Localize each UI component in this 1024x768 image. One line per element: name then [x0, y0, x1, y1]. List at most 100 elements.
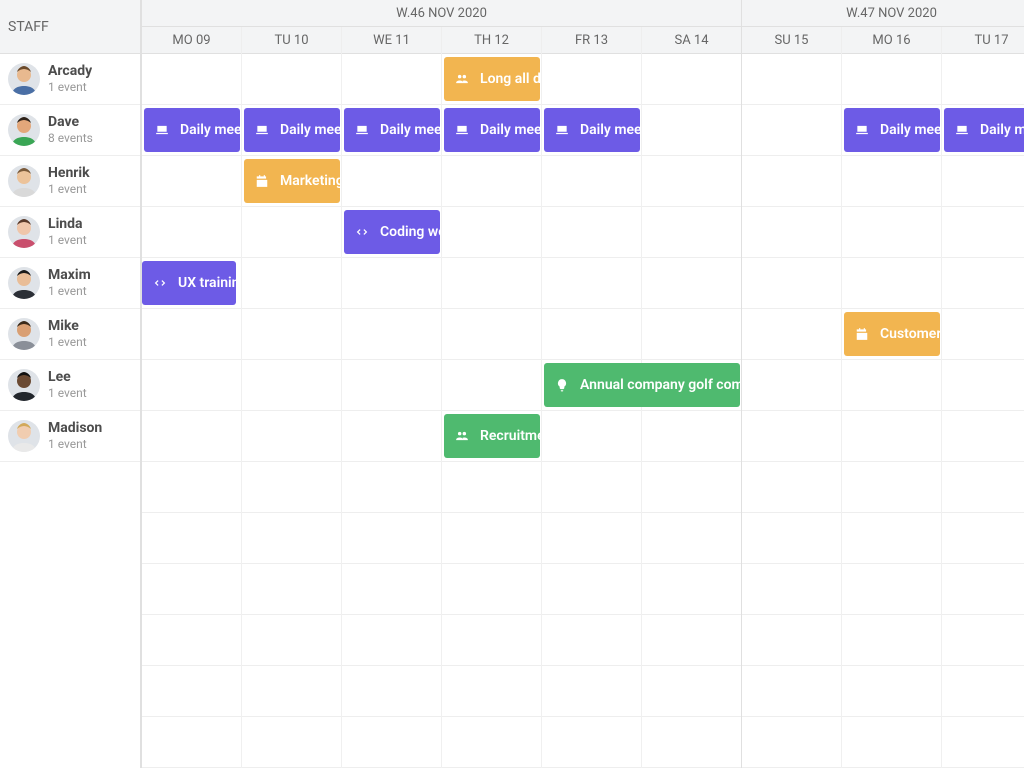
- timeline-cell[interactable]: [342, 411, 442, 462]
- timeline-cell[interactable]: [442, 258, 542, 309]
- grid-body[interactable]: Long all day eventDaily meetingDaily mee…: [141, 54, 1024, 768]
- timeline-cell[interactable]: [142, 207, 242, 258]
- timeline-cell[interactable]: [142, 309, 242, 360]
- day-header-cell[interactable]: SU 15: [742, 27, 842, 54]
- timeline-cell[interactable]: [342, 666, 442, 717]
- timeline-cell[interactable]: [342, 309, 442, 360]
- timeline-cell[interactable]: [942, 360, 1024, 411]
- timeline-cell[interactable]: [342, 54, 442, 105]
- event[interactable]: Customer: [844, 312, 940, 356]
- staff-row[interactable]: Lee 1 event: [0, 360, 140, 411]
- timeline-cell[interactable]: [942, 309, 1024, 360]
- timeline-cell[interactable]: [742, 564, 842, 615]
- event[interactable]: Daily meeting: [244, 108, 340, 152]
- timeline-cell[interactable]: [242, 615, 342, 666]
- timeline-cell[interactable]: [542, 207, 642, 258]
- timeline-cell[interactable]: [742, 666, 842, 717]
- timeline-cell[interactable]: [942, 666, 1024, 717]
- staff-row[interactable]: Madison 1 event: [0, 411, 140, 462]
- timeline-cell[interactable]: [642, 564, 742, 615]
- event[interactable]: Long all day event: [444, 57, 540, 101]
- timeline-cell[interactable]: [842, 258, 942, 309]
- timeline-cell[interactable]: [542, 411, 642, 462]
- timeline-cell[interactable]: [742, 411, 842, 462]
- timeline-cell[interactable]: [242, 360, 342, 411]
- event[interactable]: UX training: [142, 261, 236, 305]
- event[interactable]: Daily meeting: [544, 108, 640, 152]
- timeline-cell[interactable]: [842, 462, 942, 513]
- day-header-cell[interactable]: FR 13: [542, 27, 642, 54]
- week-header-cell[interactable]: W.46 NOV 2020: [142, 0, 742, 27]
- timeline-cell[interactable]: [642, 309, 742, 360]
- timeline-cell[interactable]: [742, 360, 842, 411]
- timeline-cell[interactable]: [242, 258, 342, 309]
- timeline-cell[interactable]: [642, 462, 742, 513]
- timeline-cell[interactable]: [242, 666, 342, 717]
- timeline-cell[interactable]: [742, 54, 842, 105]
- timeline-cell[interactable]: [442, 513, 542, 564]
- timeline-cell[interactable]: [342, 462, 442, 513]
- timeline-cell[interactable]: [642, 258, 742, 309]
- timeline-cell[interactable]: [742, 717, 842, 768]
- timeline-cell[interactable]: [842, 564, 942, 615]
- day-header-cell[interactable]: TU 17: [942, 27, 1024, 54]
- timeline-cell[interactable]: [742, 156, 842, 207]
- event[interactable]: Daily meeting: [444, 108, 540, 152]
- timeline-cell[interactable]: [942, 564, 1024, 615]
- timeline-cell[interactable]: [342, 717, 442, 768]
- timeline-cell[interactable]: [942, 156, 1024, 207]
- timeline-cell[interactable]: [942, 615, 1024, 666]
- timeline-cell[interactable]: [742, 258, 842, 309]
- timeline-cell[interactable]: [942, 54, 1024, 105]
- timeline-cell[interactable]: [642, 717, 742, 768]
- event[interactable]: Daily meeting: [144, 108, 240, 152]
- timeline-cell[interactable]: [542, 309, 642, 360]
- timeline-cell[interactable]: [342, 360, 442, 411]
- timeline-cell[interactable]: [942, 513, 1024, 564]
- timeline-cell[interactable]: [542, 513, 642, 564]
- timeline-cell[interactable]: [142, 462, 242, 513]
- timeline-cell[interactable]: [942, 207, 1024, 258]
- day-header-cell[interactable]: MO 09: [142, 27, 242, 54]
- timeline-cell[interactable]: [642, 207, 742, 258]
- timeline-cell[interactable]: [542, 462, 642, 513]
- timeline-cell[interactable]: [842, 54, 942, 105]
- staff-row[interactable]: Maxim 1 event: [0, 258, 140, 309]
- timeline-cell[interactable]: [642, 156, 742, 207]
- timeline-cell[interactable]: [142, 666, 242, 717]
- timeline-cell[interactable]: [942, 462, 1024, 513]
- timeline-cell[interactable]: [742, 105, 842, 156]
- staff-row[interactable]: Mike 1 event: [0, 309, 140, 360]
- timeline-cell[interactable]: [242, 309, 342, 360]
- timeline-cell[interactable]: [342, 513, 442, 564]
- timeline-cell[interactable]: [242, 513, 342, 564]
- event[interactable]: Daily meeting: [344, 108, 440, 152]
- timeline-cell[interactable]: [642, 411, 742, 462]
- timeline-cell[interactable]: [742, 615, 842, 666]
- timeline-cell[interactable]: [642, 54, 742, 105]
- staff-row[interactable]: Linda 1 event: [0, 207, 140, 258]
- timeline-cell[interactable]: [142, 360, 242, 411]
- timeline-cell[interactable]: [842, 156, 942, 207]
- timeline-cell[interactable]: [242, 717, 342, 768]
- timeline-cell[interactable]: [842, 666, 942, 717]
- timeline-cell[interactable]: [642, 105, 742, 156]
- timeline-cell[interactable]: [542, 564, 642, 615]
- day-header-cell[interactable]: TH 12: [442, 27, 542, 54]
- timeline-cell[interactable]: [842, 411, 942, 462]
- timeline-cell[interactable]: [942, 411, 1024, 462]
- timeline-cell[interactable]: [642, 666, 742, 717]
- timeline-cell[interactable]: [742, 207, 842, 258]
- timeline-cell[interactable]: [942, 258, 1024, 309]
- timeline-cell[interactable]: [442, 309, 542, 360]
- timeline-cell[interactable]: [442, 156, 542, 207]
- timeline-cell[interactable]: [142, 717, 242, 768]
- timeline-cell[interactable]: [142, 156, 242, 207]
- event[interactable]: Annual company golf competition: [544, 363, 740, 407]
- timeline-cell[interactable]: [242, 462, 342, 513]
- timeline-cell[interactable]: [542, 258, 642, 309]
- timeline-cell[interactable]: [442, 462, 542, 513]
- timeline-cell[interactable]: [142, 564, 242, 615]
- timeline-cell[interactable]: [742, 513, 842, 564]
- timeline-cell[interactable]: [242, 207, 342, 258]
